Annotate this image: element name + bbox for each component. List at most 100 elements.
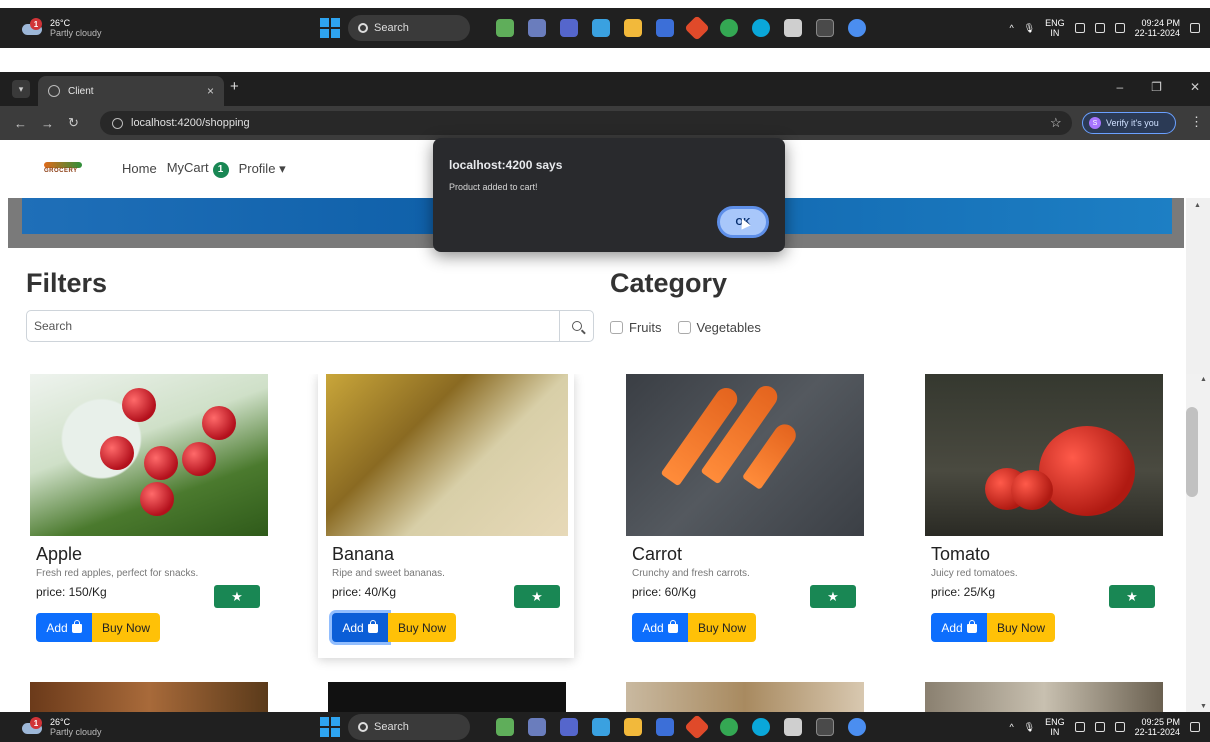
category-fruits[interactable]: Fruits [610,320,662,335]
microphone-icon[interactable]: 🎙 [1024,722,1035,733]
edge-icon[interactable] [752,718,770,736]
app-icon[interactable] [528,718,546,736]
bag-icon [966,620,977,633]
product-search-input[interactable] [27,311,559,341]
scrollbar-thumb[interactable] [1186,407,1198,497]
language-indicator[interactable]: ENG IN [1045,717,1065,737]
chevron-up-icon[interactable]: ^ [1009,722,1013,732]
bag-icon [367,620,378,633]
product-desc: Juicy red tomatoes. [931,568,1018,579]
app-icon[interactable] [592,19,610,37]
favorite-button[interactable]: ★ [1109,585,1155,608]
app-icon[interactable] [684,15,710,41]
buy-now-button[interactable]: Buy Now [987,613,1055,642]
checkbox[interactable] [677,321,691,334]
browser-tab[interactable]: Client × [38,76,224,106]
weather-widget[interactable]: 1 26°C Partly cloudy [22,18,102,38]
notification-icon[interactable] [1190,722,1200,732]
battery-icon[interactable] [1114,722,1125,732]
favorite-button[interactable]: ★ [214,585,260,608]
caret-down-icon: ▾ [279,160,286,176]
page-scrollbar[interactable]: ▲ [1186,198,1210,374]
language-indicator[interactable]: ENG IN [1045,18,1065,38]
product-image [328,682,566,712]
close-icon[interactable]: × [207,84,214,98]
restore-icon[interactable]: ❐ [1151,80,1162,94]
product-name: Tomato [931,544,991,564]
back-icon[interactable]: ← [14,116,27,131]
clock[interactable]: 09:24 PM 22-11-2024 [1135,18,1180,38]
terminal-icon[interactable] [816,718,834,736]
product-card: Tomato Juicy red tomatoes. price: 25/Kg … [919,374,1169,656]
app-icon[interactable] [496,718,514,736]
buy-now-button[interactable]: Buy Now [92,613,160,642]
app-icon[interactable] [560,19,578,37]
chrome-icon[interactable] [848,718,866,736]
bookmark-star-icon[interactable]: ☆ [1050,115,1062,131]
taskbar-bottom: 1 26°C Partly cloudy Search ^ 🎙 ENG IN 09:… [0,712,1210,742]
weather-icon: 1 [22,18,44,36]
forward-icon[interactable]: → [41,116,54,131]
app-icon[interactable] [784,718,802,736]
file-explorer-icon[interactable] [624,718,642,736]
volume-icon[interactable] [1094,722,1105,732]
chevron-up-icon[interactable]: ^ [1009,23,1013,33]
chrome-icon[interactable] [720,19,738,37]
network-icon[interactable] [1074,23,1085,33]
file-explorer-icon[interactable] [624,19,642,37]
address-bar[interactable]: localhost:4200/shopping [100,111,1072,135]
grid-scrollbar[interactable]: ▲ ▼ [1186,374,1210,712]
taskbar-search[interactable]: Search [348,15,470,41]
filters-heading: Filters [26,268,108,298]
nav-profile-dropdown[interactable]: Profile ▾ [239,161,286,177]
favorite-button[interactable]: ★ [514,585,560,608]
weather-temp: 26°C [50,717,71,727]
app-icon[interactable] [496,19,514,37]
favorite-button[interactable]: ★ [810,585,856,608]
chrome-icon[interactable] [848,19,866,37]
menu-kebab-icon[interactable]: ⋮ [1190,114,1203,130]
notification-icon[interactable] [1190,23,1200,33]
microphone-icon[interactable]: 🎙 [1024,23,1035,34]
close-window-icon[interactable]: ✕ [1190,80,1200,94]
nav-mycart-link[interactable]: MyCart 1 [167,160,229,178]
windows-start-icon[interactable] [320,18,340,38]
app-icon[interactable] [684,714,710,740]
reload-icon[interactable]: ↻ [68,115,79,131]
store-icon[interactable] [656,718,674,736]
buy-now-button[interactable]: Buy Now [388,613,456,642]
app-icon[interactable] [592,718,610,736]
buy-now-button[interactable]: Buy Now [688,613,756,642]
nav-home-link[interactable]: Home [122,161,157,176]
windows-start-icon[interactable] [320,717,340,737]
weather-desc: Partly cloudy [50,28,102,38]
add-to-cart-button[interactable]: Add [931,613,987,642]
battery-icon[interactable] [1114,23,1125,33]
weather-widget[interactable]: 1 26°C Partly cloudy [22,717,102,737]
terminal-icon[interactable] [816,19,834,37]
dialog-title: localhost:4200 says [449,158,563,172]
app-icon[interactable] [784,19,802,37]
edge-icon[interactable] [752,19,770,37]
site-info-icon[interactable] [112,117,123,129]
verify-profile-button[interactable]: S Verify it's you [1082,112,1176,134]
app-icon[interactable] [560,718,578,736]
minimize-icon[interactable]: – [1116,80,1123,94]
grocery-logo[interactable]: GROCERY [44,162,82,176]
volume-icon[interactable] [1094,23,1105,33]
taskbar-search[interactable]: Search [348,714,470,740]
new-tab-icon[interactable]: + [230,78,239,95]
search-icon [358,722,368,732]
checkbox[interactable] [610,321,623,334]
tab-search-icon[interactable]: ▾ [12,80,30,98]
add-to-cart-button[interactable]: Add [632,613,688,642]
clock[interactable]: 09:25 PM 22-11-2024 [1135,717,1180,737]
app-icon[interactable] [528,19,546,37]
search-button[interactable] [559,311,593,341]
store-icon[interactable] [656,19,674,37]
network-icon[interactable] [1074,722,1085,732]
add-to-cart-button[interactable]: Add [332,613,388,642]
add-to-cart-button[interactable]: Add [36,613,92,642]
category-vegetables[interactable]: Vegetables [677,320,761,335]
chrome-icon[interactable] [720,718,738,736]
